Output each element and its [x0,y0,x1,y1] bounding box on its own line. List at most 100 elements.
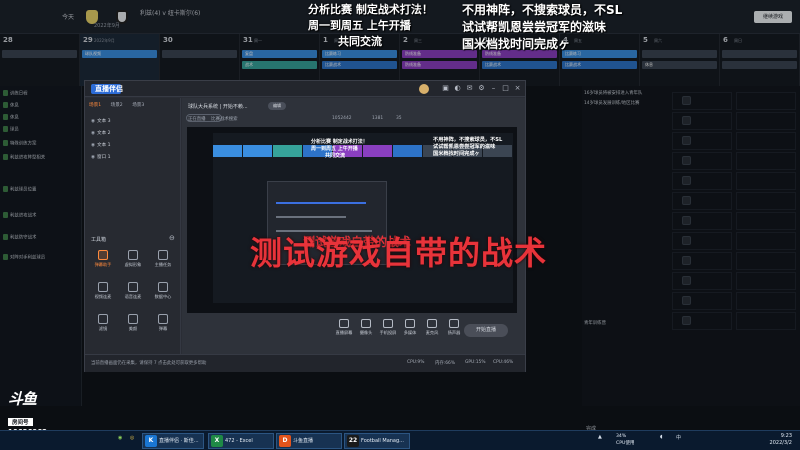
close-icon[interactable]: × [513,84,522,93]
room-title[interactable]: 球队大兵系统 | 开始不赖... [188,103,248,110]
tool-button[interactable]: 滤镜 [89,314,117,336]
calendar-event[interactable]: 比赛战术 [562,61,637,69]
game-left-item[interactable]: 对阵对手利兹球员 [3,254,79,262]
scene-item[interactable]: ◉ 文本 1 [91,142,111,148]
game-left-item[interactable]: 训练日程 [3,90,79,98]
game-left-item[interactable]: 特殊训练方案 [3,140,79,148]
player-icon[interactable] [682,256,691,265]
player-icon[interactable] [682,316,691,325]
taskbar-clock[interactable]: 9:23 2022/3/2 [770,433,792,447]
preview-game-frame: 分析比赛 制定战术打法！ 周一到周五 上午开播 共同交流 不用神阵，不搜索球员，… [213,133,513,303]
continue-button[interactable]: 继续游戏 [754,11,792,23]
tool-button[interactable]: 数据中心 [149,282,177,304]
player-icon[interactable] [682,156,691,165]
calendar-day-number: 30 [163,36,173,44]
status-message[interactable]: 当前直播画面仍在采集，请保持 7 点击此处可获取更多帮助 [91,360,206,366]
club-shield-icon [3,186,8,192]
tool-button[interactable]: 弹幕 [149,314,177,336]
calendar-event[interactable]: 防线准备 [402,61,477,69]
game-right-row[interactable]: 14岁球员发展训练/地区比赛 [584,100,798,108]
volume-icon[interactable]: ◖ [660,434,663,440]
calendar-event[interactable]: 休息 [642,61,717,69]
player-icon[interactable] [682,216,691,225]
game-left-item[interactable]: 球员 [3,126,79,134]
game-left-item[interactable]: 利兹球员位置 [3,186,79,194]
ime-icon[interactable]: 中 [676,434,681,441]
calendar-day[interactable]: 28 [0,34,80,86]
user-avatar[interactable] [419,84,429,94]
calendar-day[interactable]: 5 周六 休息 [640,34,720,86]
overlay-right-1: 不用神阵，不搜索球员，不SL [462,3,623,17]
calendar-event[interactable] [722,50,797,58]
tool-button[interactable]: 主播任务 [149,250,177,272]
start-live-button[interactable]: 开始直播 [464,324,508,337]
message-icon[interactable]: ✉ [465,84,474,93]
player-icon[interactable] [682,116,691,125]
player-icon[interactable] [682,276,691,285]
edit-room-button[interactable]: 编辑 [268,102,286,110]
scene-item[interactable]: ◉ 文本 2 [91,130,111,136]
calendar-event[interactable]: 战术 [242,61,317,69]
player-icon[interactable] [682,196,691,205]
calendar-event[interactable] [722,61,797,69]
player-icon[interactable] [682,96,691,105]
calendar-day[interactable]: 29 2022年9月 球队视频 [80,34,160,86]
player-icon[interactable] [682,296,691,305]
game-left-item[interactable]: 利兹进攻阵型相关 [3,154,79,162]
network-icon[interactable]: ▲ [598,434,602,440]
settings-icon[interactable]: ⚙ [477,84,486,93]
game-right-row[interactable]: 青年训练营 [584,320,798,328]
player-icon[interactable] [682,236,691,245]
tab-scene-2[interactable]: 场景2 [111,103,123,108]
tool-button[interactable]: 语音连麦 [119,282,147,304]
tab-scene-3[interactable]: 场景3 [132,103,144,108]
game-right-row[interactable]: 16岁球员将被安排进入青年队 [584,90,798,98]
game-left-item[interactable]: 利兹进攻战术 [3,212,79,220]
calendar-event[interactable]: 球队视频 [82,50,157,58]
game-left-item[interactable]: 休息 [3,102,79,110]
calendar-event[interactable] [642,50,717,58]
taskbar-app[interactable]: X 472 - Excel [208,433,274,449]
streaming-app-window[interactable]: 直播伴侣 ▣ ◐ ✉ ⚙ – □ × 场景1 场景2 场景3 ◉ 文本 3 ◉ 文本… [84,80,526,372]
chrome-icon[interactable]: ◎ [130,435,134,441]
windows-start-icon[interactable]: ◉ [118,435,122,441]
club-shield-icon [3,102,8,108]
calendar-day[interactable]: 6 周日 [720,34,800,86]
gift-icon[interactable]: ▣ [441,84,450,93]
tool-button[interactable]: 弹幕助手 [89,250,117,272]
calendar-event[interactable] [162,50,237,58]
tool-button[interactable]: 美颜 [119,314,147,336]
match-title[interactable]: 利兹(4) v 纽卡斯尔(6) [140,8,200,17]
minimize-icon[interactable]: – [489,84,498,93]
calendar-event[interactable] [2,50,77,58]
player-icon[interactable] [682,176,691,185]
calendar-event[interactable]: 复盘 [242,50,317,58]
taskbar-app[interactable]: 22 Football Manag... [344,433,410,449]
calendar-day-number: 28 [3,36,13,44]
collapse-icon[interactable]: ⊖ [169,234,175,242]
calendar-day[interactable]: 30 [160,34,240,86]
tab-scene-1[interactable]: 场景1 [89,103,101,108]
skin-icon[interactable]: ◐ [453,84,462,93]
app-title-bar[interactable]: 直播伴侣 ▣ ◐ ✉ ⚙ – □ × [85,81,525,97]
game-grid-cell [672,172,732,190]
tool-button[interactable]: 虚拟形象 [119,250,147,272]
scene-item[interactable]: ◉ 文本 3 [91,118,111,124]
taskbar-app[interactable]: D 斗鱼直播 [276,433,342,449]
game-left-item[interactable]: 休息 [3,114,79,122]
player-icon[interactable] [682,136,691,145]
game-left-item-label: 球员 [10,127,19,133]
scene-item[interactable]: ◉ 窗口 1 [91,154,111,160]
game-left-item-label: 特殊训练方案 [10,141,37,147]
maximize-icon[interactable]: □ [501,84,510,93]
game-left-item[interactable]: 利兹防守战术 [3,234,79,242]
calendar-event[interactable]: 比赛练习 [322,50,397,58]
taskbar-app[interactable]: K 直播伴侣 · 斯佳... [142,433,204,449]
calendar-event[interactable]: 比赛战术 [482,61,557,69]
game-grid-cell [672,192,732,210]
tool-icon [128,250,138,260]
stream-preview[interactable]: 分析比赛 制定战术打法！ 周一到周五 上午开播 共同交流 不用神阵，不搜索球员，… [187,127,517,313]
calendar-event[interactable]: 比赛战术 [322,61,397,69]
tool-button[interactable]: 视频连麦 [89,282,117,304]
room-stat-gifts: 35 [396,116,402,121]
